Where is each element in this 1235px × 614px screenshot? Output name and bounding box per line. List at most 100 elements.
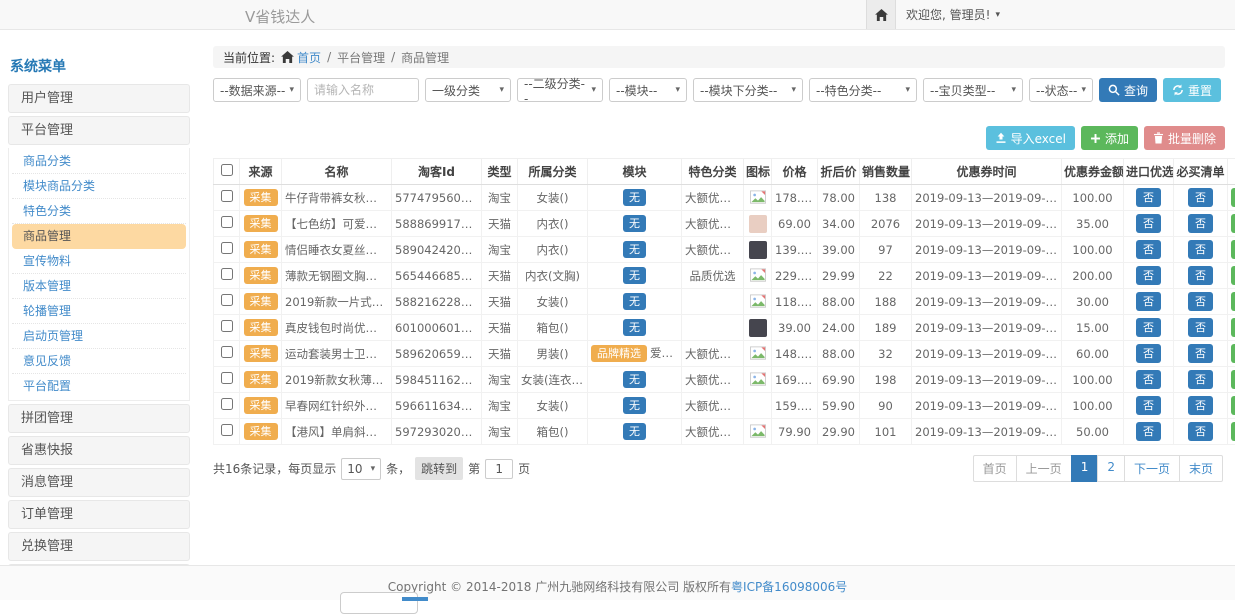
import-select-toggle[interactable]: 否 xyxy=(1136,396,1161,415)
cell-icon xyxy=(744,237,772,263)
row-checkbox[interactable] xyxy=(221,216,233,228)
status-button[interactable]: 上架 xyxy=(1231,292,1235,311)
row-checkbox[interactable] xyxy=(221,372,233,384)
row-checkbox[interactable] xyxy=(221,320,233,332)
sidebar-subitem[interactable]: 模块商品分类 xyxy=(12,174,186,199)
filter-select[interactable]: --模块下分类--▾ xyxy=(693,78,803,102)
batch-delete-button[interactable]: 批量删除 xyxy=(1144,126,1225,150)
status-button[interactable]: 上架 xyxy=(1231,370,1235,389)
import-select-toggle[interactable]: 否 xyxy=(1136,318,1161,337)
must-buy-toggle[interactable]: 否 xyxy=(1188,240,1213,259)
search-button[interactable]: 查询 xyxy=(1099,78,1157,102)
must-buy-toggle[interactable]: 否 xyxy=(1188,344,1213,363)
filter-select[interactable]: --特色分类--▾ xyxy=(809,78,917,102)
row-checkbox[interactable] xyxy=(221,190,233,202)
home-button[interactable] xyxy=(866,0,896,29)
row-checkbox[interactable] xyxy=(221,346,233,358)
row-checkbox[interactable] xyxy=(221,424,233,436)
status-button[interactable]: 上架 xyxy=(1231,188,1235,207)
sidebar-item[interactable]: 用户管理 xyxy=(8,84,190,113)
sidebar-item-label: 平台管理 xyxy=(21,123,73,138)
per-page-unit: 条， xyxy=(386,460,410,477)
import-select-toggle[interactable]: 否 xyxy=(1136,422,1161,441)
filter-select[interactable]: --数据来源--▾ xyxy=(213,78,301,102)
add-button[interactable]: 添加 xyxy=(1081,126,1138,150)
name-search-input[interactable] xyxy=(307,78,419,102)
breadcrumb-home-link[interactable]: 首页 xyxy=(281,49,321,66)
page-number-input[interactable] xyxy=(485,459,513,479)
jump-button[interactable]: 跳转到 xyxy=(415,457,463,480)
reset-button[interactable]: 重置 xyxy=(1163,78,1221,102)
filter-select[interactable]: --二级分类--▾ xyxy=(517,78,603,102)
icp-link[interactable]: 粤ICP备16098006号 xyxy=(731,580,847,594)
sidebar-subitem[interactable]: 宣传物料 xyxy=(12,249,186,274)
import-select-toggle[interactable]: 否 xyxy=(1136,344,1161,363)
column-header: 优惠券金额 xyxy=(1062,159,1124,185)
select-all-checkbox[interactable] xyxy=(221,164,233,176)
product-name: 2019新款一片式系... xyxy=(282,289,392,315)
status-button[interactable]: 上架 xyxy=(1231,422,1235,441)
import-select-toggle[interactable]: 否 xyxy=(1136,370,1161,389)
filter-select-value: --模块-- xyxy=(616,82,657,99)
status-button[interactable]: 上架 xyxy=(1231,266,1235,285)
sidebar-subitem[interactable]: 版本管理 xyxy=(12,274,186,299)
import-select-toggle[interactable]: 否 xyxy=(1136,292,1161,311)
import-select-toggle[interactable]: 否 xyxy=(1136,188,1161,207)
cell-taoke_id: 588216228899 xyxy=(392,289,482,315)
sidebar-item[interactable]: 平台管理 xyxy=(8,116,190,145)
must-buy-toggle[interactable]: 否 xyxy=(1188,266,1213,285)
must-buy-toggle[interactable]: 否 xyxy=(1188,214,1213,233)
page-button[interactable]: 末页 xyxy=(1179,455,1223,482)
per-page-select[interactable]: 10 ▾ xyxy=(341,458,381,480)
must-buy-toggle[interactable]: 否 xyxy=(1188,370,1213,389)
sidebar-item[interactable]: 拼团管理 xyxy=(8,404,190,433)
sidebar-subitem[interactable]: 商品分类 xyxy=(12,149,186,174)
filter-select[interactable]: --状态--▾ xyxy=(1029,78,1093,102)
module-badge: 品牌精选 xyxy=(591,345,647,362)
footer: Copyright © 2014-2018 广州九驰网络科技有限公司 版权所有粤… xyxy=(0,565,1235,600)
must-buy-toggle[interactable]: 否 xyxy=(1188,292,1213,311)
page-button[interactable]: 1 xyxy=(1071,455,1099,482)
cell-price: 79.90 xyxy=(772,419,818,445)
cell-coupon_amount: 30.00 xyxy=(1062,289,1124,315)
sidebar-subitem[interactable]: 商品管理 xyxy=(12,224,186,249)
row-checkbox[interactable] xyxy=(221,398,233,410)
user-menu[interactable]: 欢迎您, 管理员! ▾ xyxy=(906,0,1000,29)
row-checkbox[interactable] xyxy=(221,294,233,306)
sidebar-subitem[interactable]: 平台配置 xyxy=(12,374,186,399)
page-button[interactable]: 上一页 xyxy=(1016,455,1072,482)
status-button[interactable]: 上架 xyxy=(1231,318,1235,337)
sidebar-item[interactable]: 订单管理 xyxy=(8,500,190,529)
page-button[interactable]: 下一页 xyxy=(1124,455,1180,482)
must-buy-toggle[interactable]: 否 xyxy=(1188,396,1213,415)
sidebar-subitem[interactable]: 特色分类 xyxy=(12,199,186,224)
sidebar-subitem[interactable]: 意见反馈 xyxy=(12,349,186,374)
page-button[interactable]: 2 xyxy=(1097,455,1125,482)
status-button[interactable]: 上架 xyxy=(1231,214,1235,233)
filter-select[interactable]: --模块--▾ xyxy=(609,78,687,102)
filter-select[interactable]: --宝贝类型--▾ xyxy=(923,78,1023,102)
sidebar-item[interactable]: 省惠快报 xyxy=(8,436,190,465)
must-buy-toggle[interactable]: 否 xyxy=(1188,318,1213,337)
row-checkbox[interactable] xyxy=(221,268,233,280)
import-select-toggle[interactable]: 否 xyxy=(1136,214,1161,233)
import-excel-button[interactable]: 导入excel xyxy=(986,126,1075,150)
must-buy-toggle[interactable]: 否 xyxy=(1188,188,1213,207)
cell-module: 无 xyxy=(588,237,682,263)
records-summary: 共16条记录，每页显示 xyxy=(213,460,336,477)
must-buy-toggle[interactable]: 否 xyxy=(1188,422,1213,441)
filter-select[interactable]: 一级分类▾ xyxy=(425,78,511,102)
status-button[interactable]: 上架 xyxy=(1231,240,1235,259)
sidebar-item[interactable]: 消息管理 xyxy=(8,468,190,497)
page-button[interactable]: 首页 xyxy=(973,455,1017,482)
import-select-toggle[interactable]: 否 xyxy=(1136,266,1161,285)
status-button[interactable]: 上架 xyxy=(1231,344,1235,363)
row-checkbox[interactable] xyxy=(221,242,233,254)
import-select-toggle[interactable]: 否 xyxy=(1136,240,1161,259)
cell-category: 内衣() xyxy=(518,211,588,237)
per-page-value: 10 xyxy=(347,462,362,476)
sidebar-item[interactable]: 兑换管理 xyxy=(8,532,190,561)
sidebar-subitem[interactable]: 启动页管理 xyxy=(12,324,186,349)
status-button[interactable]: 上架 xyxy=(1231,396,1235,415)
sidebar-subitem[interactable]: 轮播管理 xyxy=(12,299,186,324)
